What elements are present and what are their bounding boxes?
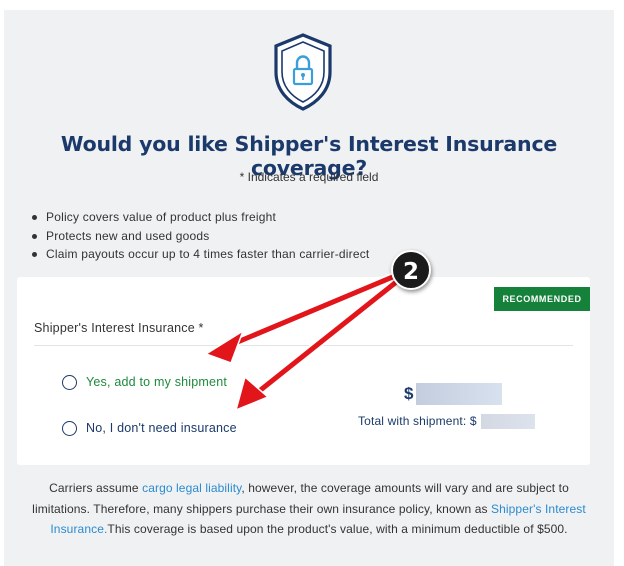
step-number-badge: 2 — [391, 250, 431, 290]
total-label: Total with shipment: $ — [358, 414, 477, 428]
option-yes-label[interactable]: Yes, add to my shipment — [86, 375, 227, 389]
benefit-item: Policy covers value of product plus frei… — [30, 208, 369, 227]
cargo-legal-liability-link[interactable]: cargo legal liability — [142, 481, 241, 495]
benefit-item: Claim payouts occur up to 4 times faster… — [30, 245, 369, 264]
recommended-badge: RECOMMENDED — [494, 287, 590, 311]
price-currency-symbol: $ — [404, 384, 414, 403]
option-no-label[interactable]: No, I don't need insurance — [86, 421, 237, 435]
insurance-field-label: Shipper's Interest Insurance * — [34, 321, 204, 335]
benefits-list: Policy covers value of product plus frei… — [30, 208, 369, 264]
insurance-panel: Would you like Shipper's Interest Insura… — [4, 10, 614, 566]
required-field-note: * Indicates a required field — [239, 170, 379, 184]
insurance-price: $ — [404, 383, 503, 405]
total-with-shipment: Total with shipment: $ — [358, 413, 535, 429]
footer-text: Carriers assume — [49, 481, 143, 495]
footer-text: This coverage is based upon the product'… — [107, 522, 568, 536]
radio-no[interactable] — [62, 420, 77, 436]
option-yes-add-insurance[interactable]: Yes, add to my shipment — [62, 372, 227, 392]
option-no-insurance[interactable]: No, I don't need insurance — [62, 418, 237, 438]
redacted-total-value — [480, 413, 535, 429]
shield-lock-icon — [274, 33, 332, 111]
redacted-price-value — [416, 383, 503, 405]
footer-disclaimer: Carriers assume cargo legal liability, h… — [28, 478, 590, 540]
insurance-option-card: RECOMMENDED Shipper's Interest Insurance… — [17, 277, 590, 465]
divider — [34, 345, 573, 346]
benefit-item: Protects new and used goods — [30, 227, 369, 246]
radio-yes[interactable] — [62, 374, 77, 390]
